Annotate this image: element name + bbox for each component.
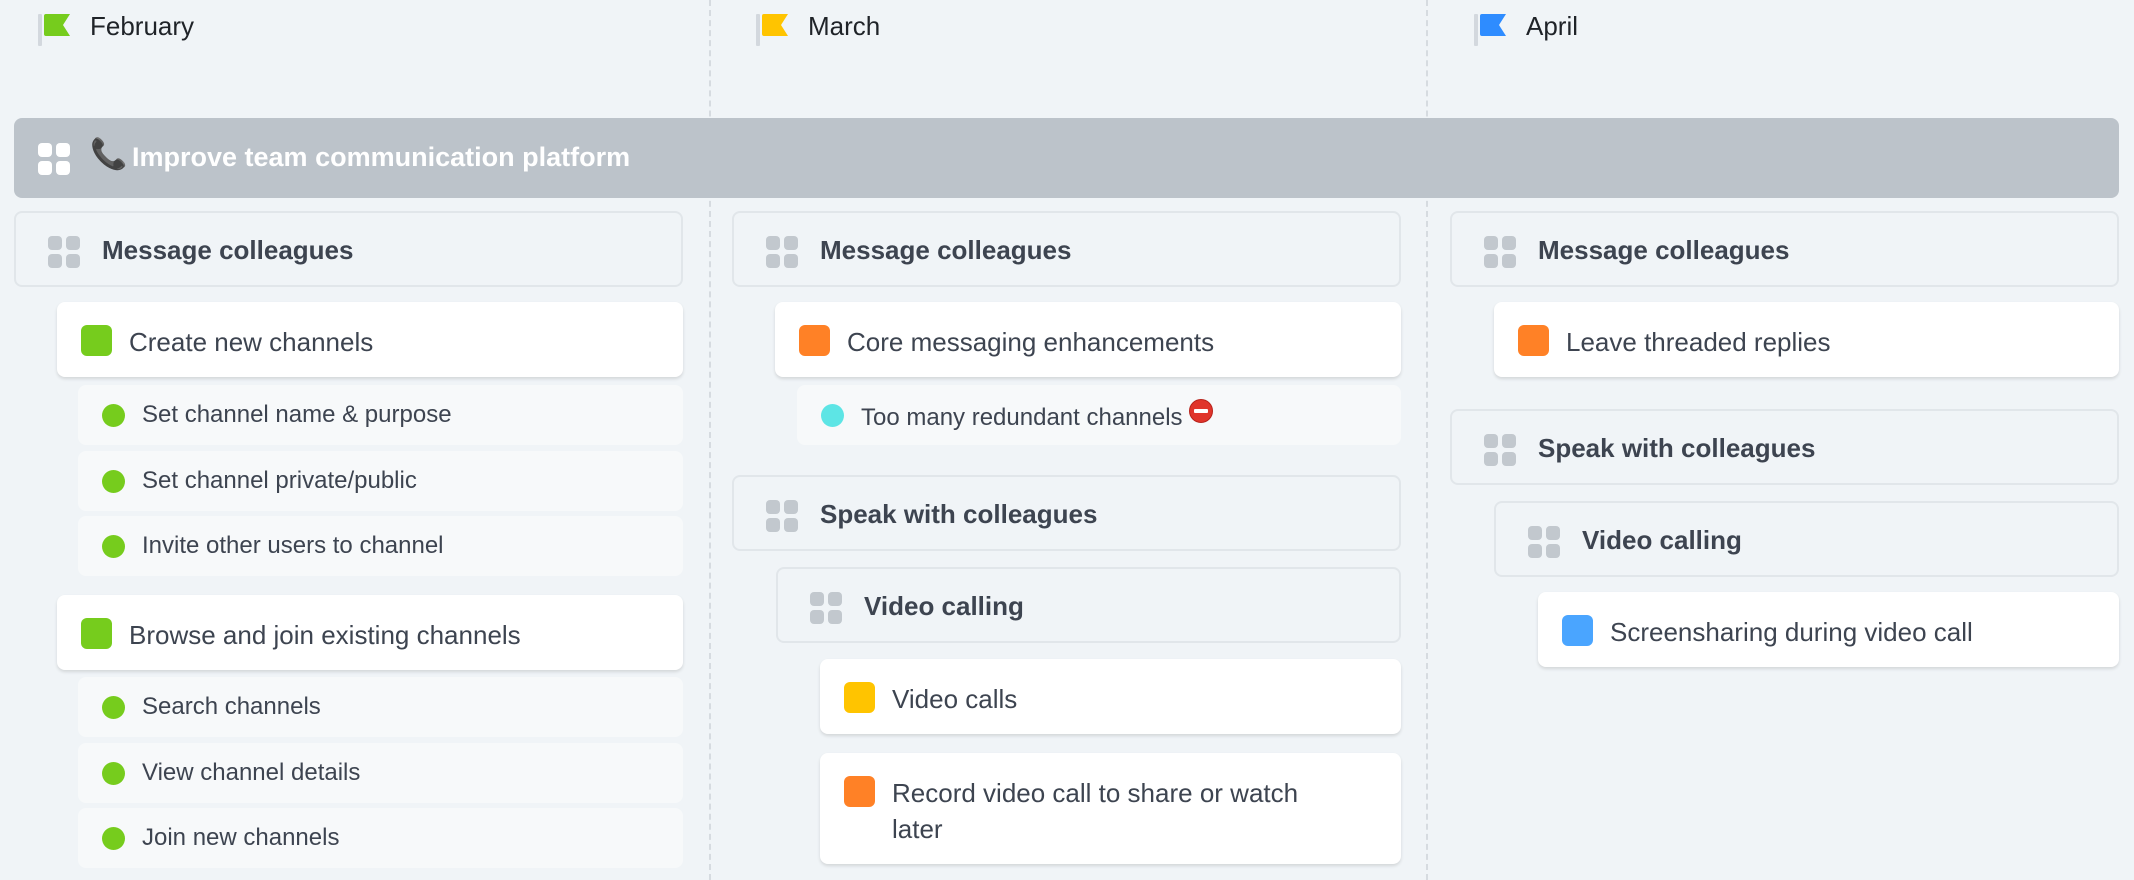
card-video-calls[interactable]: Video calls: [820, 659, 1401, 734]
no-entry-icon: [1188, 399, 1213, 423]
month-label: February: [90, 11, 195, 41]
card-title: Video calls: [892, 684, 1018, 714]
group-video-calling[interactable]: Video calling: [776, 567, 1401, 643]
subitem-title: Too many redundant channels: [861, 404, 1183, 431]
card-browse-join-channels[interactable]: Browse and join existing channels: [57, 595, 683, 670]
flag-icon: [1480, 14, 1506, 36]
group-title: Video calling: [864, 591, 1024, 621]
status-square-icon: [799, 325, 830, 356]
subitem-title: View channel details: [142, 759, 361, 786]
status-square-icon: [844, 776, 875, 807]
card-title: Core messaging enhancements: [847, 327, 1215, 357]
phone-icon: 📞: [90, 138, 128, 171]
card-title: Record video call to share or watch late…: [892, 778, 1299, 844]
status-square-icon: [1562, 615, 1593, 646]
subitem-title: Invite other users to channel: [142, 532, 444, 559]
subitem-title: Join new channels: [142, 824, 340, 851]
month-label: April: [1526, 11, 1579, 41]
status-dot-icon: [102, 535, 125, 558]
group-title: Message colleagues: [102, 235, 354, 265]
subitem-title: Set channel name & purpose: [142, 401, 452, 428]
group-title: Message colleagues: [820, 235, 1072, 265]
subitem[interactable]: Join new channels: [78, 808, 683, 868]
subitem[interactable]: Set channel name & purpose: [78, 385, 683, 445]
card-create-new-channels[interactable]: Create new channels: [57, 302, 683, 377]
subitem[interactable]: Too many redundant channels: [797, 385, 1401, 445]
group-title: Video calling: [1582, 525, 1742, 555]
subitem[interactable]: Set channel private/public: [78, 451, 683, 511]
card-title: Create new channels: [129, 327, 374, 357]
grid-icon: [38, 143, 70, 175]
group-speak-colleagues[interactable]: Speak with colleagues: [732, 475, 1401, 551]
group-title: Speak with colleagues: [1538, 433, 1816, 463]
status-dot-icon: [102, 762, 125, 785]
card-leave-threaded-replies[interactable]: Leave threaded replies: [1494, 302, 2119, 377]
group-title: Message colleagues: [1538, 235, 1790, 265]
initiative-banner[interactable]: 📞 Improve team communication platform: [14, 118, 2119, 198]
group-message-colleagues[interactable]: Message colleagues: [14, 211, 683, 287]
status-dot-icon: [102, 696, 125, 719]
status-square-icon: [844, 682, 875, 713]
flag-pole: [38, 14, 42, 46]
group-speak-colleagues[interactable]: Speak with colleagues: [1450, 409, 2119, 485]
subitem-title-wrap: Too many redundant channels: [861, 399, 1213, 434]
status-dot-icon: [102, 827, 125, 850]
subitem-title: Set channel private/public: [142, 467, 417, 494]
flag-pole: [756, 14, 760, 46]
subitem[interactable]: View channel details: [78, 743, 683, 803]
group-title: Speak with colleagues: [820, 499, 1098, 529]
status-dot-icon: [102, 404, 125, 427]
card-record-video-call[interactable]: Record video call to share or watch late…: [820, 753, 1401, 864]
group-message-colleagues[interactable]: Message colleagues: [732, 211, 1401, 287]
grid-icon: [1484, 236, 1516, 268]
grid-icon: [766, 500, 798, 532]
group-video-calling[interactable]: Video calling: [1494, 501, 2119, 577]
subitem-title: Search channels: [142, 693, 321, 720]
flag-pole: [1474, 14, 1478, 46]
status-square-icon: [81, 618, 112, 649]
flag-icon: [762, 14, 788, 36]
status-square-icon: [81, 325, 112, 356]
group-message-colleagues[interactable]: Message colleagues: [1450, 211, 2119, 287]
card-title: Browse and join existing channels: [129, 620, 521, 650]
status-dot-icon: [102, 470, 125, 493]
month-label: March: [808, 11, 881, 41]
card-title: Screensharing during video call: [1610, 617, 1973, 647]
status-square-icon: [1518, 325, 1549, 356]
grid-icon: [1528, 526, 1560, 558]
card-screensharing[interactable]: Screensharing during video call: [1538, 592, 2119, 667]
grid-icon: [766, 236, 798, 268]
status-dot-icon: [821, 404, 844, 427]
subitem[interactable]: Invite other users to channel: [78, 516, 683, 576]
grid-icon: [48, 236, 80, 268]
grid-icon: [1484, 434, 1516, 466]
card-title: Leave threaded replies: [1566, 327, 1831, 357]
initiative-title: Improve team communication platform: [132, 142, 631, 172]
flag-icon: [44, 14, 70, 36]
grid-icon: [810, 592, 842, 624]
card-core-messaging[interactable]: Core messaging enhancements: [775, 302, 1401, 377]
subitem[interactable]: Search channels: [78, 677, 683, 737]
